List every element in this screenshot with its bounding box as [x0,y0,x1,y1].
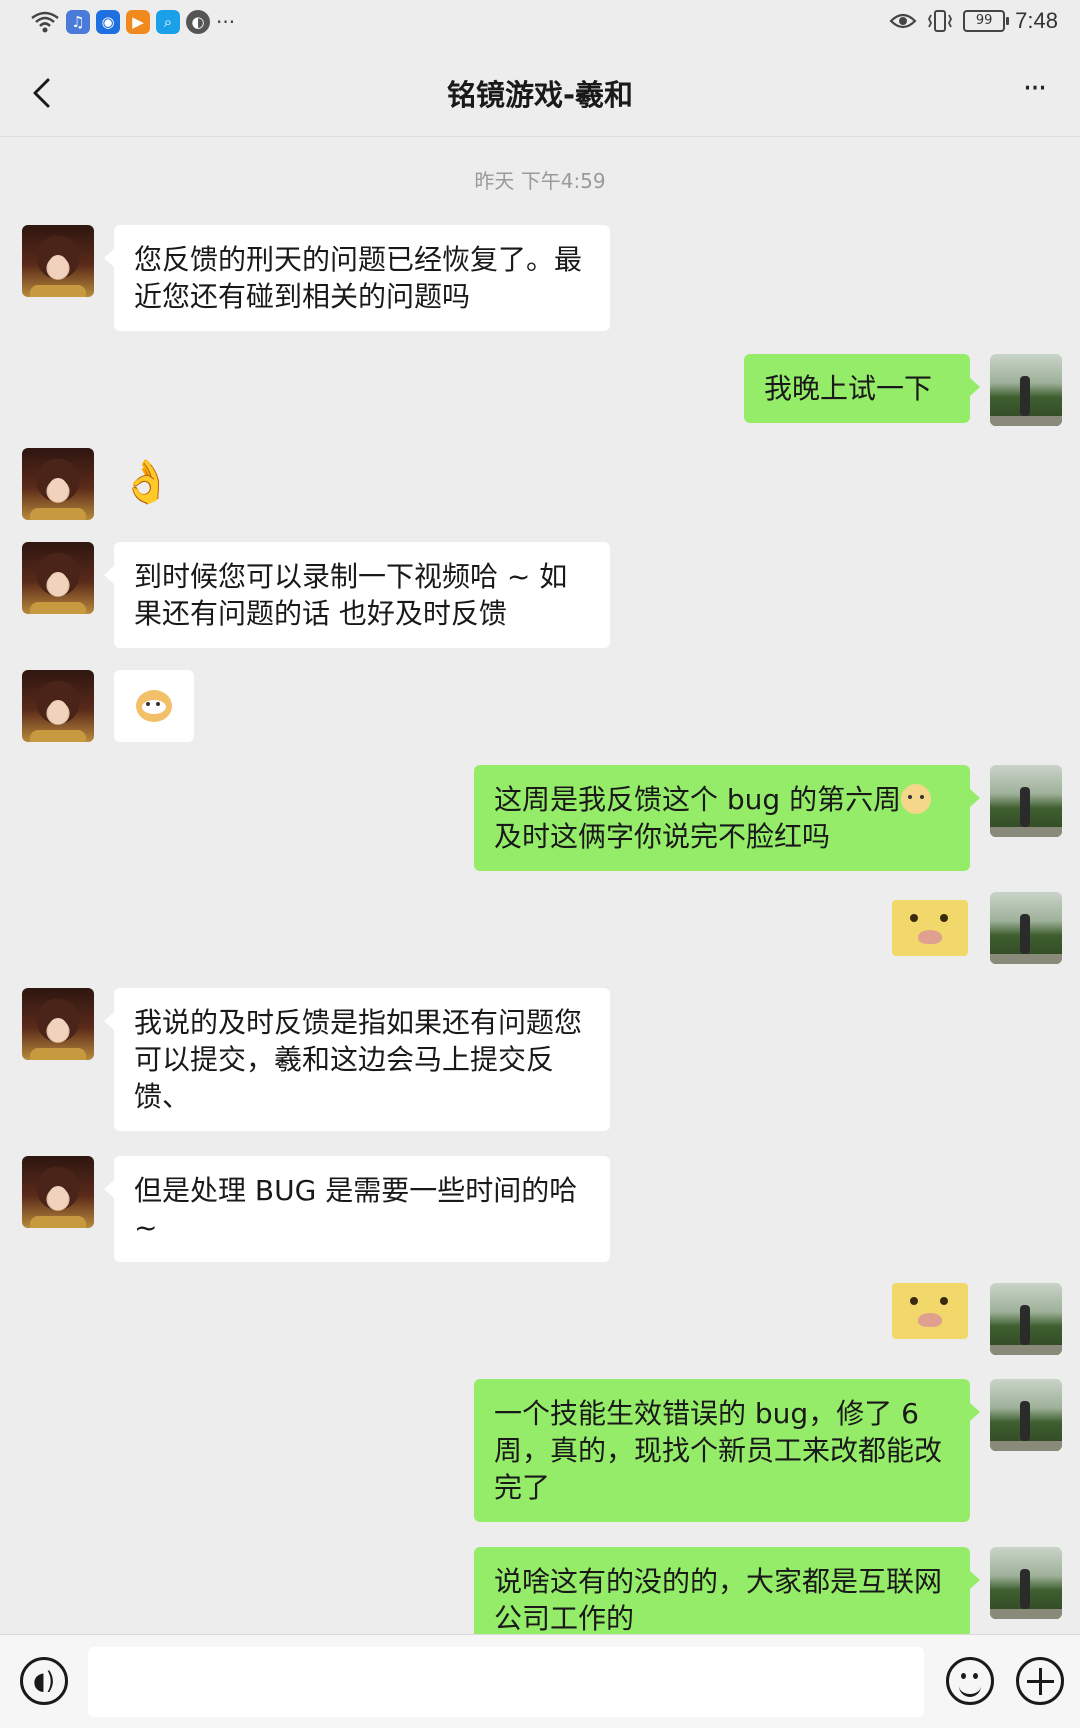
emoji-button[interactable] [946,1657,994,1705]
contact-avatar[interactable] [22,1156,94,1228]
message-input[interactable] [88,1647,924,1717]
status-bar: ♫ ◉ ▶ ⌕ ◐ ··· 99 7:48 [0,0,1080,50]
contact-avatar[interactable] [22,225,94,297]
message-text: 及时这俩字你说完不脸红吗 [494,820,831,853]
my-avatar[interactable] [990,1283,1062,1355]
voice-icon: ◖) [32,1667,55,1695]
chat-screen: ♫ ◉ ▶ ⌕ ◐ ··· 99 7:48 铭镜游戏-羲和 ··· 昨天 下午4… [0,0,1080,1728]
more-status-indicator: ··· [216,10,236,34]
ball-app-icon: ◐ [186,10,210,34]
music-app-icon: ♫ [66,10,90,34]
message-timestamp: 昨天 下午4:59 [474,169,606,193]
awkward-meme-sticker[interactable] [892,1283,968,1339]
message-bubble-incoming[interactable]: 到时候您可以录制一下视频哈 ~ 如果还有问题的话 也好及时反馈 [104,542,610,648]
message-bubble-incoming[interactable]: 我说的及时反馈是指如果还有问题您可以提交，羲和这边会马上提交反馈、 [104,988,610,1131]
input-bar: ◖) [0,1634,1080,1728]
more-dots-icon: ··· [1022,71,1048,106]
doge-emoji [901,784,932,814]
more-functions-button[interactable] [1016,1657,1064,1705]
message-bubble-outgoing[interactable]: 说啥这有的没的的，大家都是互联网公司工作的 [474,1547,980,1634]
doge-emoji [136,690,172,722]
my-avatar[interactable] [990,1547,1062,1619]
my-avatar[interactable] [990,354,1062,426]
message-bubble-outgoing[interactable]: 一个技能生效错误的 bug，修了 6 周，真的，现找个新员工来改都能改完了 [474,1379,980,1522]
awkward-meme-sticker[interactable] [892,900,968,956]
my-avatar[interactable] [990,1379,1062,1451]
play-app-icon: ▶ [126,10,150,34]
my-avatar[interactable] [990,765,1062,837]
my-avatar[interactable] [990,892,1062,964]
wifi-icon [31,11,59,33]
vibrate-icon [928,10,953,32]
message-bubble-outgoing[interactable]: 这周是我反馈这个 bug 的第六周 及时这俩字你说完不脸红吗 [474,765,980,871]
message-text: 这周是我反馈这个 bug 的第六周 [494,783,902,816]
ok-hand-emoji[interactable]: 👌 [120,454,172,510]
battery-icon: 99 [963,10,1010,32]
doge-sticker-bubble[interactable] [114,670,194,742]
status-left: ♫ ◉ ▶ ⌕ ◐ ··· [30,10,235,34]
more-options-button[interactable]: ··· [1014,74,1054,104]
message-bubble-outgoing[interactable]: 我晚上试一下 [744,354,980,423]
contact-avatar[interactable] [22,542,94,614]
contact-avatar[interactable] [22,988,94,1060]
search-app-icon: ⌕ [156,10,180,34]
status-time: 7:48 [1015,8,1058,33]
message-bubble-incoming[interactable]: 您反馈的刑天的问题已经恢复了。最近您还有碰到相关的问题吗 [104,225,610,331]
message-bubble-incoming[interactable]: 但是处理 BUG 是需要一些时间的哈 ~ [104,1156,610,1262]
message-list[interactable]: 昨天 下午4:59 您反馈的刑天的问题已经恢复了。最近您还有碰到相关的问题吗 我… [0,137,1080,1634]
contact-avatar[interactable] [22,448,94,520]
voice-input-button[interactable]: ◖) [20,1657,68,1705]
status-right: 99 7:48 [889,8,1058,34]
chat-header: 铭镜游戏-羲和 ··· [0,50,1080,137]
eye-icon [889,13,917,29]
contact-avatar[interactable] [22,670,94,742]
bulb-app-icon: ◉ [96,10,120,34]
chat-title: 铭镜游戏-羲和 [446,78,634,112]
